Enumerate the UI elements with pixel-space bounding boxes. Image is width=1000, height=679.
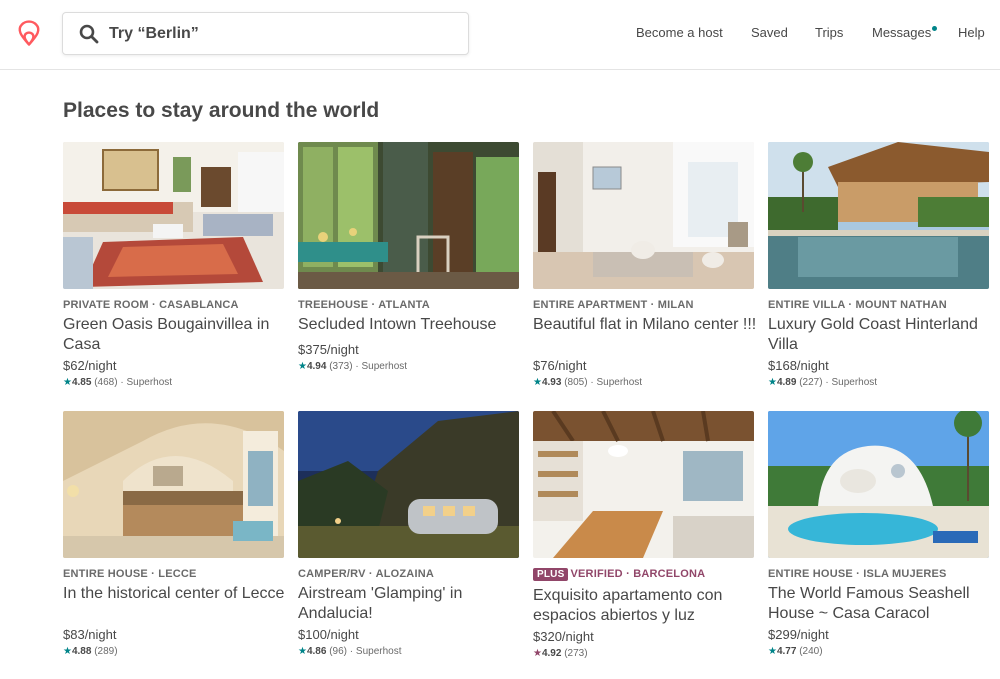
listing-price: $375/night [298,342,359,357]
listing-price: $320/night [533,629,594,644]
star-icon: ★ [298,361,307,372]
notification-dot [932,26,937,31]
nav-messages[interactable]: Messages [872,25,931,45]
superhost-label: · Superhost [825,377,878,388]
listing-price: $299/night [768,627,829,642]
listing-kicker: TREEHOUSE · ATLANTA [298,299,430,311]
listing-title[interactable]: In the historical center of Lecce [63,584,289,604]
review-count: (96) [329,646,348,657]
superhost-label: · Superhost [590,377,643,388]
rating-score: 4.92 [541,648,562,659]
listing-photo[interactable] [298,411,519,558]
listing-card[interactable]: PRIVATE ROOM · CASABLANCA Green Oasis Bo… [63,142,284,402]
review-count: (289) [94,646,118,657]
listing-title[interactable]: Exquisito apartamento con espacios abier… [533,586,759,626]
star-icon: ★ [63,377,72,388]
listing-kicker: PLUS VERIFIED · BARCELONA [533,568,705,581]
nav-help[interactable]: Help [958,25,985,45]
star-icon: ★ [768,377,777,388]
rating-score: 4.88 [71,646,92,657]
listing-title[interactable]: Beautiful flat in Milano center !!! [533,315,759,335]
listing-rating: ★4.93 (805) · Superhost [533,377,642,388]
listing-rating: ★4.86 (96) · Superhost [298,646,402,657]
star-icon: ★ [533,648,542,659]
listing-rating: ★4.94 (373) · Superhost [298,361,407,372]
listing-photo[interactable] [533,411,754,558]
listing-price: $100/night [298,627,359,642]
listing-title[interactable]: Secluded Intown Treehouse [298,315,524,335]
listing-card[interactable]: TREEHOUSE · ATLANTA Secluded Intown Tree… [298,142,519,402]
listing-title[interactable]: Luxury Gold Coast Hinterland Villa [768,315,994,355]
review-count: (240) [799,646,823,657]
superhost-label: · Superhost [355,361,408,372]
rating-score: 4.89 [776,377,797,388]
listing-card[interactable]: ENTIRE HOUSE · ISLA MUJERES The World Fa… [768,411,989,671]
listing-price: $168/night [768,358,829,373]
rating-score: 4.86 [306,646,327,657]
listing-price: $76/night [533,358,587,373]
search-icon [79,24,99,44]
review-count: (373) [329,361,353,372]
listing-kicker: ENTIRE HOUSE · LECCE [63,568,197,580]
search-box[interactable] [62,12,469,55]
airbnb-logo-icon[interactable] [14,18,44,50]
listing-photo[interactable] [768,142,989,289]
review-count: (805) [564,377,588,388]
listing-rating: ★4.92 (273) [533,648,588,659]
listing-price: $83/night [63,627,117,642]
review-count: (227) [799,377,823,388]
listing-card[interactable]: ENTIRE HOUSE · LECCE In the historical c… [63,411,284,671]
listing-title[interactable]: The World Famous Seashell House ~ Casa C… [768,584,994,624]
rating-score: 4.85 [71,377,92,388]
rating-score: 4.93 [541,377,562,388]
listing-photo[interactable] [63,411,284,558]
listing-kicker: ENTIRE APARTMENT · MILAN [533,299,694,311]
rating-score: 4.77 [776,646,797,657]
star-icon: ★ [298,646,307,657]
listing-rating: ★4.88 (289) [63,646,118,657]
listing-title[interactable]: Airstream 'Glamping' in Andalucia! [298,584,524,624]
listing-title[interactable]: Green Oasis Bougainvillea in Casa [63,315,289,355]
listing-card[interactable]: CAMPER/RV · ALOZAINA Airstream 'Glamping… [298,411,519,671]
verified-location: VERIFIED · BARCELONA [570,568,706,580]
listing-card[interactable]: PLUS VERIFIED · BARCELONA Exquisito apart… [533,411,754,671]
review-count: (468) [94,377,118,388]
listing-photo[interactable] [768,411,989,558]
top-navigation-bar: Become a host Saved Trips Messages Help [0,0,1000,70]
listing-photo[interactable] [298,142,519,289]
listing-card[interactable]: ENTIRE VILLA · MOUNT NATHAN Luxury Gold … [768,142,989,402]
listing-rating: ★4.77 (240) [768,646,823,657]
listing-photo[interactable] [63,142,284,289]
listing-card[interactable]: ENTIRE APARTMENT · MILAN Beautiful flat … [533,142,756,402]
nav-trips[interactable]: Trips [815,25,843,45]
nav-become-a-host[interactable]: Become a host [636,25,723,45]
superhost-label: · Superhost [120,377,173,388]
review-count: (273) [564,648,588,659]
nav-saved[interactable]: Saved [751,25,788,45]
star-icon: ★ [533,377,542,388]
listing-photo[interactable] [533,142,754,289]
section-title: Places to stay around the world [63,99,380,122]
listing-kicker: ENTIRE VILLA · MOUNT NATHAN [768,299,947,311]
superhost-label: · Superhost [349,646,402,657]
listing-kicker: CAMPER/RV · ALOZAINA [298,568,434,580]
search-input[interactable] [109,21,449,47]
rating-score: 4.94 [306,361,327,372]
listing-rating: ★4.89 (227) · Superhost [768,377,877,388]
listing-kicker: ENTIRE HOUSE · ISLA MUJERES [768,568,947,580]
star-icon: ★ [768,646,777,657]
listing-kicker: PRIVATE ROOM · CASABLANCA [63,299,239,311]
listing-rating: ★4.85 (468) · Superhost [63,377,172,388]
listing-price: $62/night [63,358,117,373]
star-icon: ★ [63,646,72,657]
plus-badge: PLUS [533,568,569,581]
